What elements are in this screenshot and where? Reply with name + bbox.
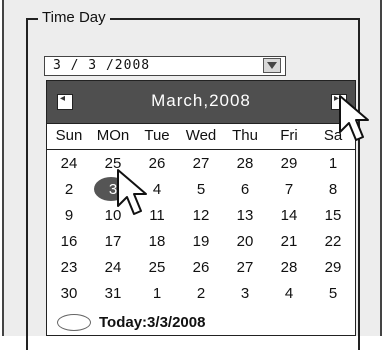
triangle-down-icon (267, 62, 277, 69)
day-cell[interactable]: 28 (223, 153, 267, 175)
weekday-label: Fri (280, 127, 298, 144)
calendar-week-row: 30 31 1 2 3 4 5 (47, 283, 355, 305)
day-cell[interactable]: 10 (91, 205, 135, 227)
day-cell[interactable]: 14 (267, 205, 311, 227)
day-cell[interactable]: 24 (91, 257, 135, 279)
day-cell[interactable]: 21 (267, 231, 311, 253)
today-button[interactable]: Today:3/3/2008 (47, 311, 355, 335)
selected-day-label: 3 (108, 181, 118, 198)
calendar-header: ◂ March,2008 ▸ (47, 81, 355, 124)
dropdown-button[interactable] (263, 58, 281, 73)
weekday-header-row: Sun MOn Tue Wed Thu Fri Sa (47, 125, 355, 150)
day-cell[interactable]: 20 (223, 231, 267, 253)
day-cell[interactable]: 6 (223, 179, 267, 201)
date-value: 3 / 3 /2008 (53, 58, 151, 73)
day-cell[interactable]: 29 (267, 153, 311, 175)
day-cell[interactable]: 13 (223, 205, 267, 227)
day-cell[interactable]: 25 (135, 257, 179, 279)
day-cell[interactable]: 11 (135, 205, 179, 227)
day-cell[interactable]: 1 (311, 153, 355, 175)
weekday-label: Thu (232, 127, 258, 144)
date-input[interactable]: 3 / 3 /2008 (44, 56, 286, 76)
day-cell[interactable]: 5 (311, 283, 355, 305)
calendar-popup: ◂ March,2008 ▸ Sun MOn Tue Wed Thu Fri S… (46, 80, 356, 336)
calendar-week-row: 16 17 18 19 20 21 22 (47, 231, 355, 253)
day-cell[interactable]: 2 (47, 179, 91, 201)
day-cell[interactable]: 30 (47, 283, 91, 305)
day-cell[interactable]: 28 (267, 257, 311, 279)
day-cell[interactable]: 5 (179, 179, 223, 201)
calendar-week-row: 9 10 11 12 13 14 15 (47, 205, 355, 227)
group-title: Time Day (38, 9, 110, 26)
day-cell[interactable]: 8 (311, 179, 355, 201)
calendar-week-row: 24 25 26 27 28 29 1 (47, 153, 355, 175)
day-cell[interactable]: 25 (91, 153, 135, 175)
weekday-label: MOn (96, 127, 130, 144)
day-cell[interactable]: 18 (135, 231, 179, 253)
day-cell[interactable]: 12 (179, 205, 223, 227)
day-cell[interactable]: 26 (179, 257, 223, 279)
day-cell[interactable]: 16 (47, 231, 91, 253)
calendar-week-row: 23 24 25 26 27 28 29 (47, 257, 355, 279)
day-cell[interactable]: 2 (179, 283, 223, 305)
weekday-label: Tue (144, 127, 170, 144)
chevron-right-icon: ▸ (334, 93, 340, 104)
today-marker-icon (57, 314, 91, 331)
day-cell[interactable]: 23 (47, 257, 91, 279)
today-label: Today:3/3/2008 (99, 314, 206, 331)
day-cell[interactable]: 26 (135, 153, 179, 175)
day-cell[interactable]: 19 (179, 231, 223, 253)
calendar-week-row: 2 3 4 5 6 7 8 (47, 177, 355, 201)
day-cell[interactable]: 27 (179, 153, 223, 175)
weekday-label: Sun (55, 127, 83, 144)
day-cell[interactable]: 29 (311, 257, 355, 279)
day-cell-selected[interactable]: 3 (91, 177, 135, 201)
day-cell[interactable]: 3 (223, 283, 267, 305)
day-cell[interactable]: 22 (311, 231, 355, 253)
weekday-label: Sa (323, 127, 343, 144)
day-cell[interactable]: 1 (135, 283, 179, 305)
day-cell[interactable]: 27 (223, 257, 267, 279)
day-cell[interactable]: 24 (47, 153, 91, 175)
day-cell[interactable]: 17 (91, 231, 135, 253)
day-cell[interactable]: 9 (47, 205, 91, 227)
month-title: March,2008 (151, 91, 251, 110)
day-cell[interactable]: 4 (135, 179, 179, 201)
day-cell[interactable]: 15 (311, 205, 355, 227)
day-cell[interactable]: 31 (91, 283, 135, 305)
next-month-button[interactable]: ▸ (331, 93, 347, 110)
day-cell[interactable]: 4 (267, 283, 311, 305)
weekday-label: Wed (185, 127, 217, 144)
day-cell[interactable]: 7 (267, 179, 311, 201)
